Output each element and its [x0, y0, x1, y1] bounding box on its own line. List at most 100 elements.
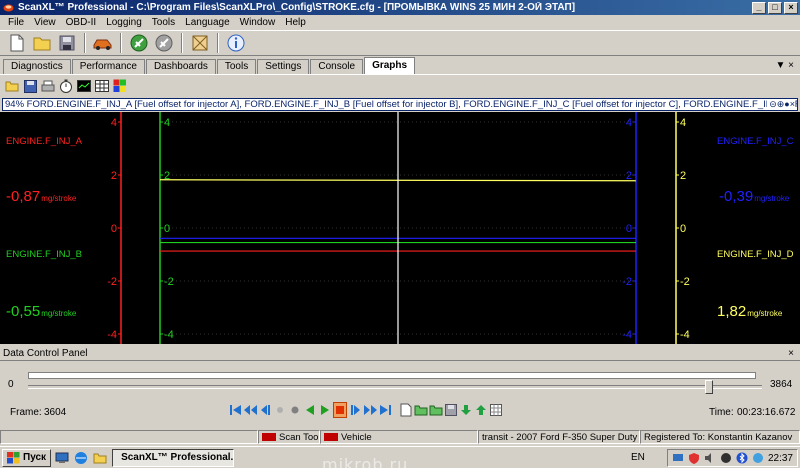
tab-settings[interactable]: Settings	[257, 59, 310, 74]
save-button[interactable]	[56, 32, 78, 54]
new-file-button[interactable]	[6, 32, 28, 54]
update-icon[interactable]	[752, 452, 764, 464]
save-log-button[interactable]	[444, 402, 458, 418]
first-frame-button[interactable]	[228, 402, 242, 418]
fast-rewind-button[interactable]	[243, 402, 257, 418]
graph-canvas[interactable]: 4 2 0 -2 -4 4 2 0 -2 -4 4 2 0 -2 -4 4 2 0 -2 -4 ENGINE.F_IN…	[0, 112, 800, 344]
play-button[interactable]	[318, 402, 332, 418]
new-log-button[interactable]	[399, 402, 413, 418]
graph-view-icon	[77, 80, 91, 92]
upload-arrow-icon	[476, 405, 486, 415]
status-vehicle-info: transit - 2007 Ford F-350 Super Duty 6.0…	[478, 430, 640, 444]
graph-reset-button[interactable]	[58, 78, 74, 94]
menu-obd-ii[interactable]: OBD-II	[61, 17, 102, 28]
data-control-panel-title: Data Control Panel	[3, 348, 88, 359]
pause-dot-button[interactable]	[288, 402, 302, 418]
floppy-disk-icon	[445, 404, 457, 416]
dot-icon	[291, 406, 299, 414]
watermark: mikrob.ru	[322, 455, 409, 468]
title-bar[interactable]: ScanXL™ Professional - C:\Program Files\…	[0, 0, 800, 15]
step-forward-button[interactable]	[348, 402, 362, 418]
quicklaunch-desktop[interactable]	[54, 450, 70, 466]
range-selection-bar[interactable]	[28, 372, 756, 379]
minimize-button[interactable]: _	[752, 1, 766, 14]
frame-slider-thumb[interactable]	[705, 380, 714, 394]
stop-button[interactable]	[333, 402, 347, 418]
tab-dashboards[interactable]: Dashboards	[145, 59, 216, 74]
graph-table-button[interactable]	[94, 78, 110, 94]
graph-header-controls[interactable]: ⊝⊕●×	[767, 99, 795, 110]
graph-save-button[interactable]	[22, 78, 38, 94]
taskbar-scanxl-button[interactable]: ScanXL™ Professional...	[112, 448, 235, 467]
window-title: ScanXL™ Professional - C:\Program Files\…	[18, 2, 576, 13]
menu-file[interactable]: File	[3, 17, 29, 28]
quicklaunch-explorer[interactable]	[92, 450, 108, 466]
connect-button[interactable]	[128, 32, 150, 54]
range-max-value: 3864	[770, 379, 793, 390]
step-forward-icon	[350, 405, 360, 415]
tab-graphs[interactable]: Graphs	[364, 57, 416, 74]
series-value-inj-c: -0,39mg/stroke	[719, 188, 790, 205]
axis-inj-c-tick-label-4: -4	[622, 329, 632, 341]
close-button[interactable]: ×	[784, 1, 798, 14]
tab-tools[interactable]: Tools	[216, 59, 257, 74]
network-icon[interactable]	[672, 452, 684, 464]
last-frame-button[interactable]	[378, 402, 392, 418]
open-folder-button[interactable]	[31, 32, 53, 54]
menu-tools[interactable]: Tools	[147, 17, 180, 28]
status-registered: Registered To: Konstantin Kazanov	[640, 430, 800, 444]
series-label-inj-b: ENGINE.F_INJ_B	[6, 249, 83, 260]
record-button[interactable]	[273, 402, 287, 418]
download-button[interactable]	[459, 402, 473, 418]
graph-open-button[interactable]	[4, 78, 20, 94]
series-value-inj-a: -0,87mg/stroke	[6, 188, 77, 205]
tab-controls[interactable]: ▼ ×	[775, 60, 794, 71]
vehicle-button[interactable]	[92, 32, 114, 54]
main-toolbar	[0, 30, 800, 56]
fast-rewind-icon	[243, 405, 257, 415]
capture-button[interactable]	[189, 32, 211, 54]
graph-print-button[interactable]	[40, 78, 56, 94]
step-back-button[interactable]	[258, 402, 272, 418]
about-button[interactable]	[225, 32, 247, 54]
data-control-panel-close-button[interactable]: ×	[788, 348, 794, 359]
language-indicator[interactable]: EN	[631, 452, 645, 463]
disconnect-button[interactable]	[153, 32, 175, 54]
graph-color-button[interactable]	[112, 78, 128, 94]
connect-plug-icon	[130, 34, 148, 52]
browser-icon	[75, 451, 88, 464]
series-label-inj-a: ENGINE.F_INJ_A	[6, 136, 83, 147]
quicklaunch-browser[interactable]	[73, 450, 89, 466]
play-icon	[321, 405, 329, 415]
maximize-button[interactable]: □	[768, 1, 782, 14]
upload-button[interactable]	[474, 402, 488, 418]
status-vehicle: Vehicle	[320, 430, 478, 444]
frame-slider-track[interactable]	[28, 385, 762, 389]
toolbar-separator	[217, 33, 219, 53]
axis-inj-a-tick-label-3: -2	[107, 276, 117, 288]
tab-diagnostics[interactable]: Diagnostics	[3, 59, 71, 74]
scan-tool-led	[262, 433, 276, 441]
graph-view-button[interactable]	[76, 78, 92, 94]
menu-language[interactable]: Language	[180, 17, 235, 28]
fast-forward-button[interactable]	[363, 402, 377, 418]
tab-performance[interactable]: Performance	[71, 59, 145, 74]
start-button[interactable]: Пуск	[2, 448, 52, 467]
open-log-button[interactable]	[414, 402, 428, 418]
menu-help[interactable]: Help	[280, 17, 311, 28]
play-back-button[interactable]	[303, 402, 317, 418]
menu-logging[interactable]: Logging	[101, 17, 147, 28]
reload-log-button[interactable]	[429, 402, 443, 418]
series-value-inj-b: -0,55mg/stroke	[6, 303, 77, 320]
export-button[interactable]	[489, 402, 503, 418]
menu-view[interactable]: View	[29, 17, 61, 28]
shield-icon[interactable]	[688, 452, 700, 464]
antivirus-icon[interactable]	[720, 452, 732, 464]
play-reverse-icon	[306, 405, 314, 415]
tab-console[interactable]: Console	[310, 59, 364, 74]
bluetooth-icon[interactable]	[736, 452, 748, 464]
menu-window[interactable]: Window	[235, 17, 281, 28]
table-icon	[95, 80, 109, 92]
speaker-icon[interactable]	[704, 452, 716, 464]
export-grid-icon	[490, 404, 502, 416]
